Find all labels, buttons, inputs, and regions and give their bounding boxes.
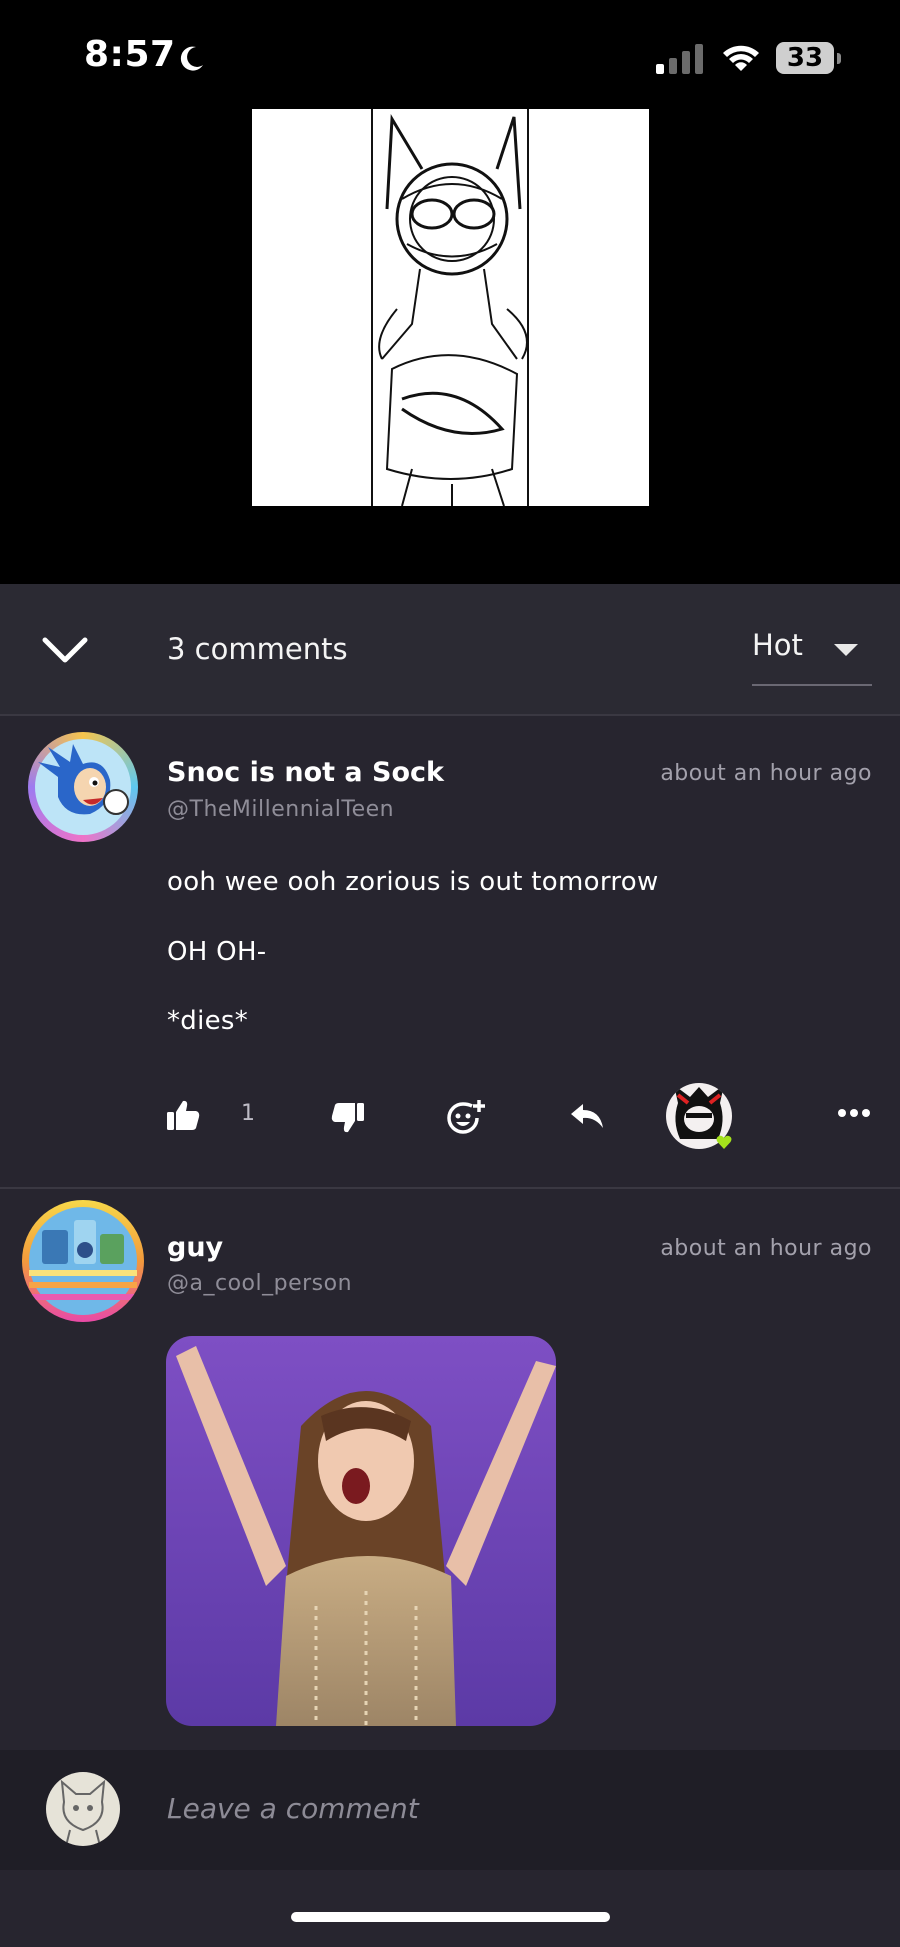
comment-gif[interactable] <box>166 1336 556 1726</box>
wifi-icon <box>723 45 759 71</box>
collapse-chevron-icon[interactable] <box>40 630 90 670</box>
comment-time: about an hour ago <box>660 761 872 786</box>
reply-icon[interactable] <box>569 1102 605 1130</box>
avatar[interactable] <box>28 732 138 842</box>
online-heart-icon <box>716 1135 732 1149</box>
thumbs-down-icon[interactable] <box>331 1102 365 1134</box>
comment-handle[interactable]: @a_cool_person <box>167 1271 352 1296</box>
like-count: 1 <box>241 1101 255 1126</box>
moon-icon <box>180 46 203 71</box>
more-options-icon[interactable] <box>838 1108 870 1118</box>
current-user-avatar <box>46 1772 120 1846</box>
comment-text-line: ooh wee ooh zorious is out tomorrow <box>167 867 659 897</box>
add-reaction-icon[interactable] <box>446 1098 486 1136</box>
avatar[interactable] <box>22 1200 144 1322</box>
comment-input[interactable]: Leave a comment <box>167 1792 419 1825</box>
battery-level: 33 <box>786 43 824 73</box>
post-artwork[interactable] <box>252 109 649 507</box>
comment-count: 3 comments <box>167 632 348 666</box>
sort-dropdown[interactable]: Hot <box>752 628 872 686</box>
sort-label: Hot <box>752 628 803 662</box>
comment-text-line: OH OH- <box>167 937 267 967</box>
status-time: 8:57 <box>84 34 176 75</box>
comment-text-line: *dies* <box>167 1006 249 1036</box>
comment-username[interactable]: Snoc is not a Sock <box>167 757 444 788</box>
battery-indicator: 33 <box>776 42 842 76</box>
thumbs-up-icon[interactable] <box>166 1099 200 1131</box>
comment-composer <box>0 1750 900 1870</box>
comment-divider <box>0 1187 900 1189</box>
cellular-signal-icon <box>656 44 703 74</box>
comment-handle[interactable]: @TheMillennialTeen <box>167 797 394 822</box>
header-divider <box>0 714 900 716</box>
comment-time: about an hour ago <box>660 1236 872 1261</box>
home-indicator[interactable] <box>291 1912 610 1922</box>
dropdown-caret-icon <box>834 644 858 656</box>
comment-username[interactable]: guy <box>167 1232 223 1263</box>
post-image-area: 8:57 33 <box>0 0 900 584</box>
